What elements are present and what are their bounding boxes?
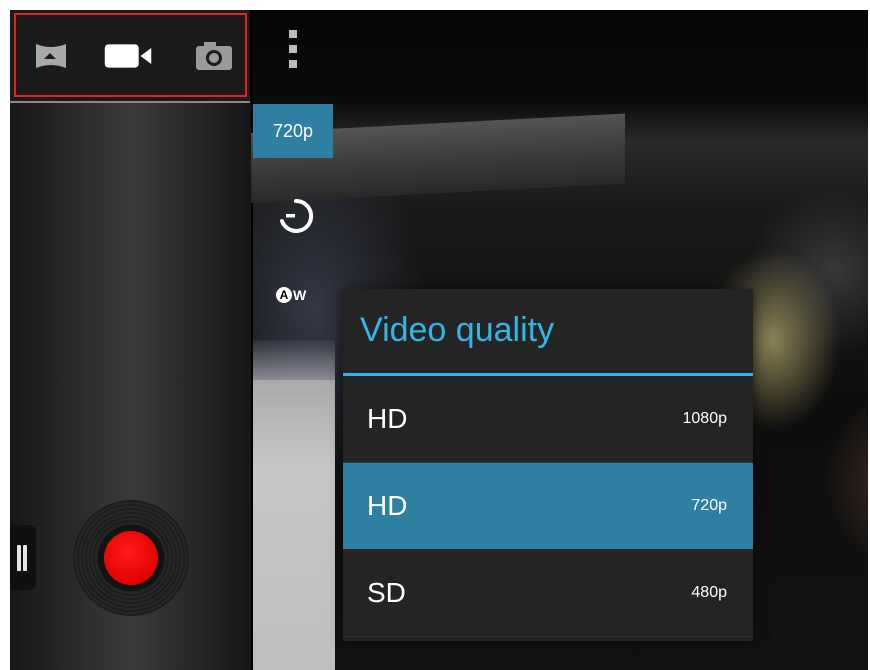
quality-option-hd-720p[interactable]: HD 720p (343, 463, 753, 549)
timer-icon[interactable] (274, 194, 318, 238)
white-balance-a-letter: A (276, 287, 292, 303)
quality-option-name: SD (367, 577, 406, 608)
preview-scene-wall (253, 380, 335, 670)
quality-option-resolution: 1080p (682, 410, 728, 427)
quality-option-hd-1080p[interactable]: HD 1080p (343, 376, 753, 463)
quality-option-name: HD (367, 490, 408, 521)
panorama-icon[interactable] (26, 38, 76, 74)
video-quality-dialog: Video quality HD 1080p HD 720p SD 480p (343, 289, 753, 641)
mode-switcher (10, 10, 250, 103)
control-panel (10, 103, 251, 670)
record-button[interactable] (104, 531, 158, 585)
video-quality-setting[interactable]: 720p (253, 104, 333, 158)
drawer-handle-icon[interactable] (10, 525, 36, 590)
preview-scene-wall-top (253, 340, 335, 385)
white-balance-w-letter: W (293, 287, 307, 303)
dialog-title: Video quality (360, 311, 555, 349)
camera-icon[interactable] (190, 38, 240, 74)
overflow-menu-icon[interactable] (286, 30, 300, 70)
camera-screen: 720p A W Video quality HD 1080p HD 720p … (10, 10, 868, 670)
quality-option-sd-480p[interactable]: SD 480p (343, 550, 753, 637)
quality-option-name: HD (367, 403, 408, 434)
quality-option-resolution: 480p (691, 584, 727, 601)
auto-white-balance-icon[interactable]: A W (274, 284, 314, 308)
video-camera-icon[interactable] (103, 38, 153, 74)
quality-option-resolution: 720p (691, 497, 727, 514)
